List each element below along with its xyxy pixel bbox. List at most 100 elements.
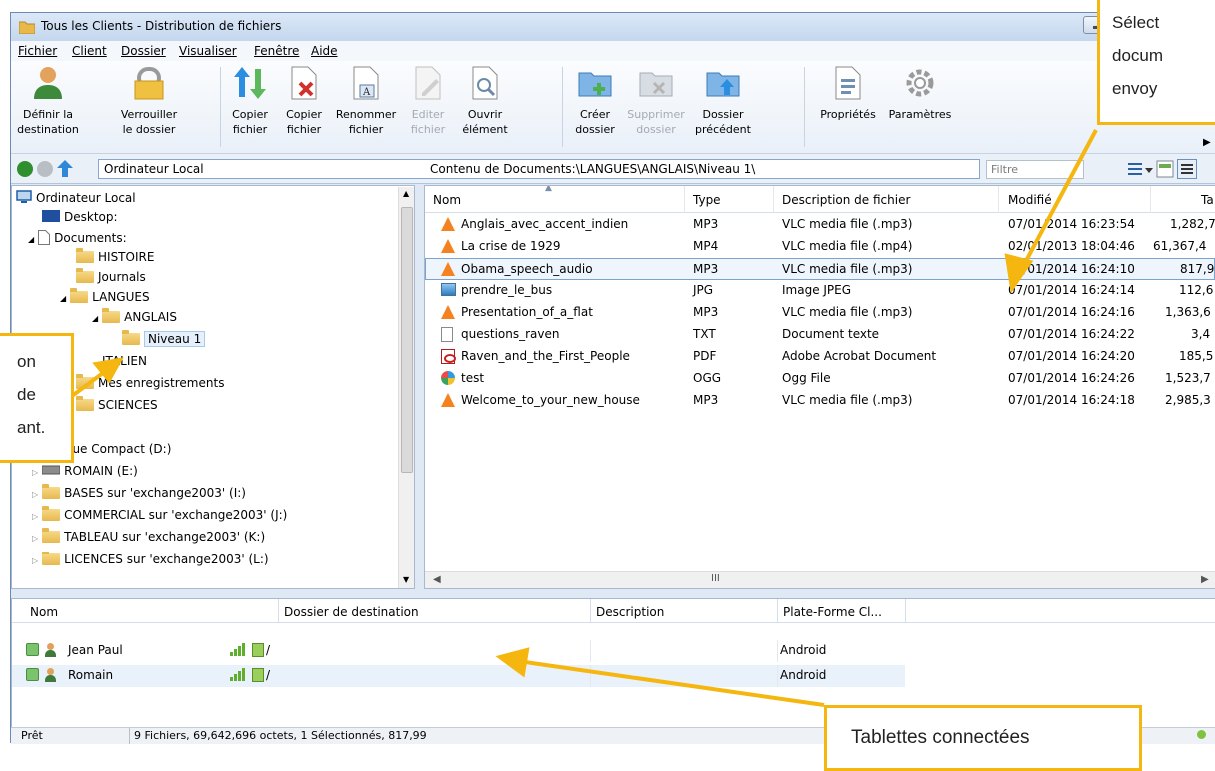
file-row[interactable]: Anglais_avec_accent_indien MP3 VLC media… (425, 214, 1215, 236)
scroll-left-icon[interactable]: ◀ (433, 574, 441, 585)
create-folder-button[interactable]: Créer dossier (567, 65, 623, 137)
tree-scrollbar[interactable]: ▲ ▼ (398, 187, 414, 588)
document-icon (38, 230, 51, 245)
client-name: Romain (68, 668, 114, 682)
file-modified: 07/01/2014 16:24:10 (1008, 262, 1135, 276)
tree-item-bases[interactable]: ▷ BASES sur 'exchange2003' (I:) (32, 484, 246, 506)
client-row[interactable]: Jean Paul / Android (12, 640, 905, 662)
col-separator (590, 665, 591, 687)
tb-label: Définir la (22, 108, 73, 121)
settings-button[interactable]: Paramètres (885, 65, 955, 122)
tree-item-sciences[interactable]: SCIENCES (76, 396, 158, 418)
col-type[interactable]: Type (693, 193, 721, 207)
expand-arrow-icon[interactable]: ◢ (28, 235, 34, 244)
tree-item-desktop[interactable]: Desktop: (42, 210, 118, 230)
file-row-selected[interactable]: Obama_speech_audio MP3 VLC media file (.… (425, 258, 1215, 280)
tree-label: COMMERCIAL sur 'exchange2003' (J:) (64, 508, 288, 522)
expand-arrow-icon[interactable]: ◢ (60, 294, 66, 303)
menu-client[interactable]: Client (72, 44, 107, 58)
col-client-description[interactable]: Description (596, 605, 664, 619)
tree-item-langues[interactable]: ◢ LANGUES (60, 288, 150, 310)
address-field[interactable]: Ordinateur Local Contenu de Documents:\L… (98, 159, 980, 179)
tb-label: fichier (232, 123, 268, 136)
toolbar-overflow-icon[interactable]: ▶ (1203, 137, 1211, 148)
menu-aide[interactable]: Aide (311, 44, 338, 58)
menu-dossier[interactable]: Dossier (121, 44, 166, 58)
previous-folder-button[interactable]: Dossier précédent (690, 65, 756, 137)
tree-item-niveau-1[interactable]: Niveau 1 (122, 330, 206, 352)
status-summary: 9 Fichiers, 69,642,696 octets, 1 Sélecti… (134, 729, 427, 742)
properties-button[interactable]: Propriétés (811, 65, 885, 122)
pdf-icon (441, 349, 456, 364)
file-row[interactable]: test OGG Ogg File 07/01/2014 16:24:26 1,… (425, 368, 1215, 390)
collapse-arrow-icon[interactable]: ▷ (32, 534, 38, 543)
file-row[interactable]: prendre_le_bus JPG Image JPEG 07/01/2014… (425, 280, 1215, 302)
file-row[interactable]: Presentation_of_a_flat MP3 VLC media fil… (425, 302, 1215, 324)
tree-scroll-thumb[interactable] (401, 207, 413, 473)
up-arrow-icon[interactable] (57, 160, 73, 177)
clients-header: Nom Dossier de destination Description P… (12, 599, 1215, 623)
tree-item-romain-e[interactable]: ▷ ROMAIN (E:) (32, 464, 138, 484)
tree-item-histoire[interactable]: HISTOIRE (76, 248, 154, 270)
scroll-grip[interactable]: III (711, 573, 720, 584)
tree-item-journals[interactable]: Journals (76, 268, 146, 290)
tb-label: Créer (579, 108, 611, 121)
tree-item-italien[interactable]: ITALIEN (102, 354, 147, 374)
set-destination-button[interactable]: Définir la destination (11, 65, 85, 137)
client-row[interactable]: Romain / Android (12, 665, 905, 687)
tree-label: LICENCES sur 'exchange2003' (L:) (64, 552, 269, 566)
copy-file-delete-button[interactable]: Copier fichier (279, 65, 329, 137)
file-row[interactable]: questions_raven TXT Document texte 07/01… (425, 324, 1215, 346)
lock-folder-button[interactable]: Verrouiller le dossier (115, 65, 183, 137)
col-client-nom[interactable]: Nom (30, 605, 58, 619)
col-taille[interactable]: Ta (1201, 193, 1214, 207)
delete-folder-button[interactable]: Supprimer dossier (622, 65, 690, 137)
folder-icon (76, 248, 94, 263)
rename-file-button[interactable]: A Renommer fichier (333, 65, 399, 137)
tree-label: LANGUES (92, 290, 150, 304)
open-item-button[interactable]: Ouvrir élément (457, 65, 513, 137)
vlc-icon (441, 305, 455, 319)
tree-item-enregistrements[interactable]: Mes enregistrements (76, 374, 224, 396)
tree-item-commercial[interactable]: ▷ COMMERCIAL sur 'exchange2003' (J:) (32, 506, 288, 528)
file-row[interactable]: Raven_and_the_First_People PDF Adobe Acr… (425, 346, 1215, 368)
col-destination[interactable]: Dossier de destination (284, 605, 419, 619)
view-preview-icon[interactable] (1156, 160, 1174, 178)
check-icon[interactable] (26, 643, 39, 656)
col-modifie[interactable]: Modifié (1008, 193, 1052, 207)
menu-fenetre[interactable]: Fenêtre (254, 44, 299, 58)
expand-arrow-icon[interactable]: ◢ (92, 314, 98, 323)
collapse-arrow-icon[interactable]: ▷ (32, 512, 38, 521)
file-type: MP3 (693, 305, 719, 319)
tree-item-anglais[interactable]: ◢ ANGLAIS (92, 308, 177, 330)
folder-icon (76, 396, 94, 411)
col-description[interactable]: Description de fichier (782, 193, 910, 207)
col-platform[interactable]: Plate-Forme Cl... (783, 605, 882, 619)
file-desc: VLC media file (.mp3) (782, 262, 913, 276)
scroll-right-icon[interactable]: ▶ (1201, 574, 1209, 585)
menu-visualiser[interactable]: Visualiser (179, 44, 237, 58)
col-nom[interactable]: Nom (433, 193, 461, 207)
menu-fichier[interactable]: Fichier (18, 44, 57, 58)
back-icon[interactable] (17, 161, 33, 177)
file-row[interactable]: La crise de 1929 MP4 VLC media file (.mp… (425, 236, 1215, 258)
status-separator (129, 728, 130, 744)
copy-file-button[interactable]: Copier fichier (225, 65, 275, 137)
forward-icon[interactable] (37, 161, 53, 177)
tree-item-local[interactable]: Ordinateur Local (16, 190, 136, 210)
filter-input[interactable]: Filtre (986, 160, 1084, 179)
collapse-arrow-icon[interactable]: ▷ (32, 468, 38, 477)
view-list-icon[interactable] (1177, 159, 1197, 179)
tree-item-tableau[interactable]: ▷ TABLEAU sur 'exchange2003' (K:) (32, 528, 265, 550)
check-icon[interactable] (26, 668, 39, 681)
collapse-arrow-icon[interactable]: ▷ (32, 556, 38, 565)
scroll-up-icon[interactable]: ▲ (403, 189, 409, 198)
file-list-hscroll[interactable]: ◀ III ▶ (425, 571, 1215, 588)
view-details-icon[interactable] (1128, 161, 1154, 177)
edit-file-button[interactable]: Editer fichier (403, 65, 453, 137)
scroll-down-icon[interactable]: ▼ (403, 575, 409, 584)
tree-item-licences[interactable]: ▷ LICENCES sur 'exchange2003' (L:) (32, 552, 269, 566)
tree-item-documents[interactable]: ◢ Documents: (28, 230, 127, 250)
file-row[interactable]: Welcome_to_your_new_house MP3 VLC media … (425, 390, 1215, 412)
collapse-arrow-icon[interactable]: ▷ (32, 490, 38, 499)
